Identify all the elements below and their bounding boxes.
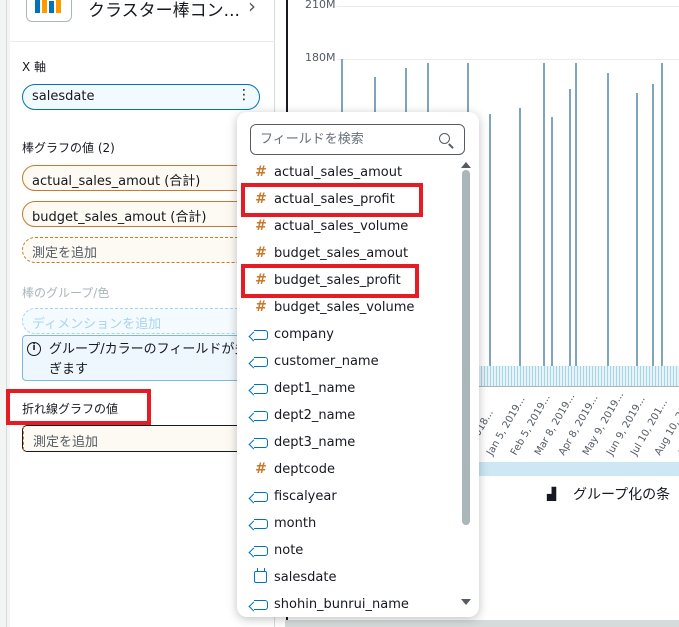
field-name: shohin_bunrui_name xyxy=(274,597,409,612)
y-tick-2: 180M xyxy=(305,51,336,64)
x-axis-field-pill[interactable]: salesdate ⋮ xyxy=(22,84,260,110)
add-measure-bar-label: 測定を追加 xyxy=(32,246,98,261)
field-name: actual_sales_amout xyxy=(274,165,403,180)
chart-bar[interactable] xyxy=(519,108,521,386)
horizontal-scrollbar[interactable] xyxy=(285,620,679,627)
field-item-shohin-bunrui-name[interactable]: shohin_bunrui_name xyxy=(237,591,463,617)
calendar-icon xyxy=(254,568,267,583)
chart-bar[interactable] xyxy=(607,73,609,386)
add-measure-line-label: 測定を追加 xyxy=(33,435,99,450)
field-item-budget-sales-amout[interactable]: # budget_sales_amout xyxy=(237,240,463,267)
dimension-tag-icon xyxy=(254,438,268,448)
field-item-dept3-name[interactable]: dept3_name xyxy=(237,429,463,456)
chart-bar[interactable] xyxy=(636,92,638,386)
field-name: deptcode xyxy=(274,462,335,477)
group-color-label: 棒のグループ/色 xyxy=(22,286,110,300)
field-name: dept2_name xyxy=(274,408,356,423)
info-alert: i グループ/カラーのフィールドが多すぎます xyxy=(22,335,272,381)
chart-bar[interactable] xyxy=(489,113,491,386)
group-by-label[interactable]: グループ化の条 xyxy=(573,484,670,504)
field-picker-dropdown: #actual_sales_amout#actual_sales_profit#… xyxy=(237,112,479,617)
field-name: budget_sales_volume xyxy=(274,300,415,315)
info-icon: i xyxy=(27,342,41,356)
measure-icon: # xyxy=(255,218,267,234)
dimension-tag-icon xyxy=(254,384,268,394)
x-axis-label: X 軸 xyxy=(22,60,47,74)
dimension-tag-icon xyxy=(254,411,268,421)
add-measure-line-button[interactable]: 測定を追加 xyxy=(22,425,272,452)
group-by-icon: ▟ xyxy=(547,487,557,501)
field-name: company xyxy=(274,327,334,342)
gridline xyxy=(337,59,679,60)
field-item-fiscalyear[interactable]: fiscalyear xyxy=(237,483,463,510)
field-wells-panel: クラスター棒コン... › X 軸 salesdate ⋮ 棒グラフの値 (2)… xyxy=(6,0,275,627)
measure-icon: # xyxy=(255,299,267,315)
add-measure-bar-button[interactable]: 測定を追加 xyxy=(22,237,260,263)
measure-icon: # xyxy=(255,164,267,180)
field-item-dept2-name[interactable]: dept2_name xyxy=(237,402,463,429)
visual-type-title: クラスター棒コン... xyxy=(88,1,240,21)
dimension-tag-icon xyxy=(254,330,268,340)
field-item-note[interactable]: note xyxy=(237,537,463,564)
bar-value-field-1: actual_sales_amout (合計) xyxy=(32,174,201,189)
field-item-month[interactable]: month xyxy=(237,510,463,537)
field-name: month xyxy=(274,516,317,531)
field-item-customer-name[interactable]: customer_name xyxy=(237,348,463,375)
measure-icon: # xyxy=(255,461,267,477)
field-search-box[interactable] xyxy=(250,124,465,155)
kebab-menu-icon[interactable]: ⋮ xyxy=(237,87,251,103)
search-icon[interactable] xyxy=(439,133,450,144)
chart-bar[interactable] xyxy=(661,62,663,386)
field-name: dept3_name xyxy=(274,435,356,450)
chevron-right-icon[interactable]: › xyxy=(248,0,256,18)
field-name: actual_sales_volume xyxy=(274,219,409,234)
x-axis-field-name: salesdate xyxy=(32,89,95,104)
field-name: salesdate xyxy=(274,570,337,585)
dimension-tag-icon xyxy=(254,492,268,502)
field-name: customer_name xyxy=(274,354,379,369)
chart-type-icon xyxy=(26,0,72,22)
y-tick-1: 210M xyxy=(305,0,336,11)
highlight-actual-sales-profit xyxy=(241,183,423,217)
field-list: # actual_sales_amout # actual_sales_profit #… xyxy=(237,159,463,617)
field-item-salesdate[interactable]: salesdate xyxy=(237,564,463,591)
visual-type-header[interactable]: クラスター棒コン... › xyxy=(10,0,275,42)
bar-value-field-2: budget_sales_amout (合計) xyxy=(32,210,207,225)
field-item-company[interactable]: company xyxy=(237,321,463,348)
chart-bar[interactable] xyxy=(575,62,577,386)
dimension-tag-icon xyxy=(254,546,268,556)
field-name: budget_sales_amout xyxy=(274,246,409,261)
field-name: dept1_name xyxy=(274,381,356,396)
add-dimension-label: ディメンションを追加 xyxy=(32,317,162,332)
bar-values-label: 棒グラフの値 (2) xyxy=(22,141,115,155)
field-item-dept1-name[interactable]: dept1_name xyxy=(237,375,463,402)
field-item-actual-sales-volume[interactable]: # actual_sales_volume xyxy=(237,213,463,240)
line-values-label: 折れ線グラフの値 xyxy=(22,402,119,416)
dimension-tag-icon xyxy=(254,357,268,367)
chart-bar[interactable] xyxy=(652,83,654,386)
dimension-tag-icon xyxy=(254,600,268,610)
field-item-deptcode[interactable]: # deptcode xyxy=(237,456,463,483)
add-dimension-button[interactable]: ディメンションを追加 xyxy=(22,308,260,334)
dimension-tag-icon xyxy=(254,519,268,529)
chart-bar[interactable] xyxy=(551,117,553,386)
chart-bar[interactable] xyxy=(543,62,545,386)
gridline xyxy=(337,6,679,7)
field-name: note xyxy=(274,543,304,558)
bar-value-pill-1[interactable]: actual_sales_amout (合計) xyxy=(22,165,260,191)
chart-bar[interactable] xyxy=(569,89,571,386)
highlight-budget-sales-profit xyxy=(241,264,419,298)
field-item-actual-sales-amout[interactable]: # actual_sales_amout xyxy=(237,159,463,186)
bar-value-pill-2[interactable]: budget_sales_amout (合計) xyxy=(22,201,260,227)
field-name: fiscalyear xyxy=(274,489,337,504)
field-item-budget-sales-volume[interactable]: # budget_sales_volume xyxy=(237,294,463,321)
dropdown-scrollbar[interactable] xyxy=(462,170,470,525)
measure-icon: # xyxy=(255,245,267,261)
field-search-input[interactable] xyxy=(251,125,431,153)
left-edge xyxy=(0,0,10,627)
